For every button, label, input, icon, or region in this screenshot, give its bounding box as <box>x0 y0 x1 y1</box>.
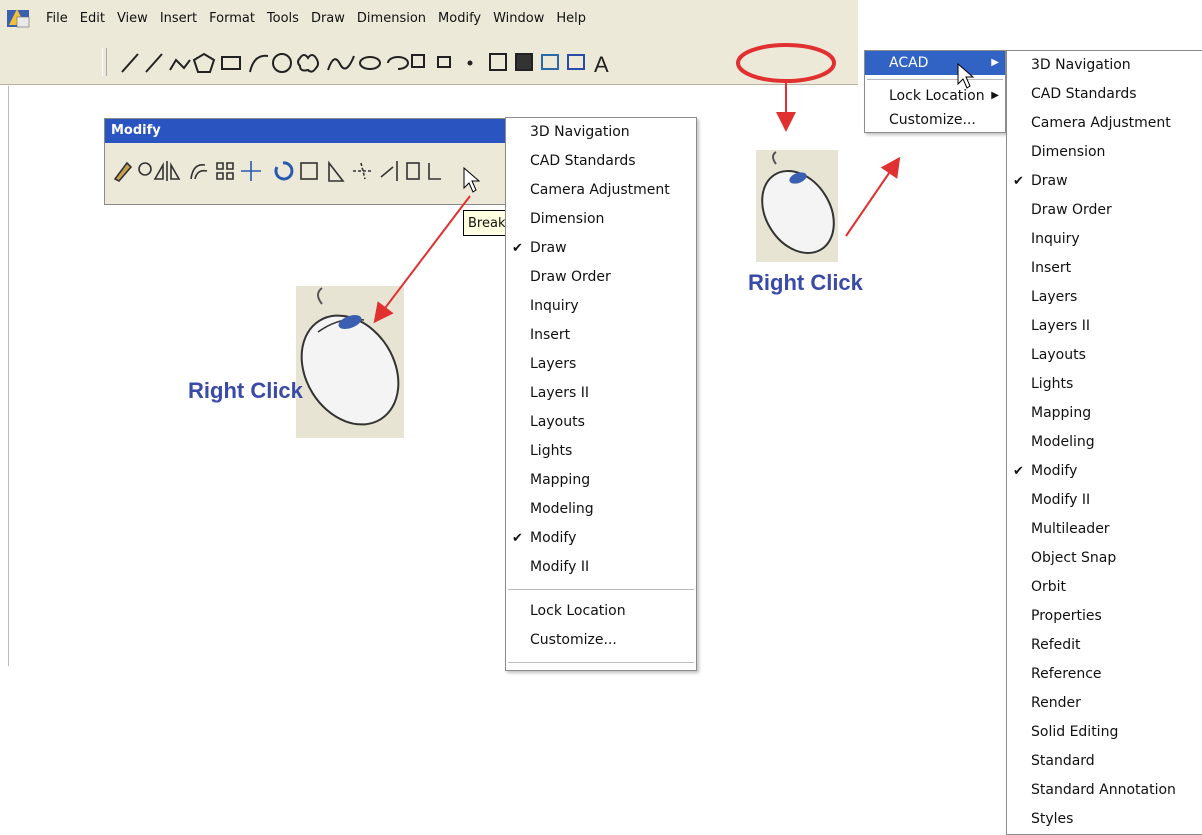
cursor-icon <box>463 166 481 193</box>
annotation-layer <box>373 43 975 324</box>
highlight-ellipse <box>736 43 836 83</box>
arrow-to-mouse-left <box>373 195 471 324</box>
cursor-icon <box>957 62 975 89</box>
arrow-to-acad-menu <box>845 156 901 237</box>
